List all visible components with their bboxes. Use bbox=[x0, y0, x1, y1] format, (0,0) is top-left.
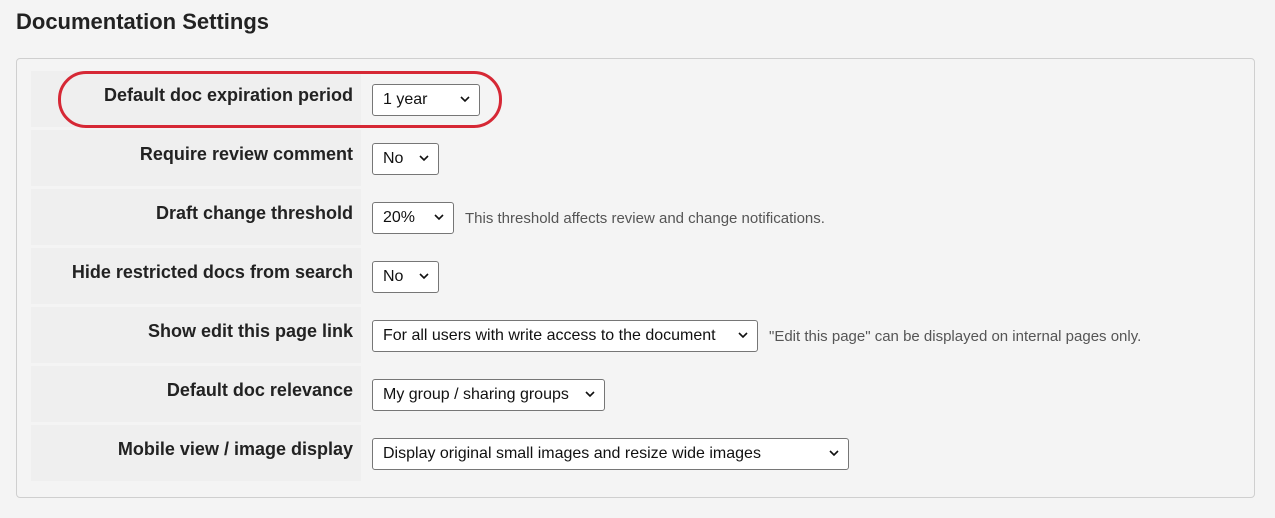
select-value: Display original small images and resize… bbox=[383, 445, 761, 462]
setting-label: Default doc expiration period bbox=[31, 71, 361, 127]
setting-row-draft-threshold: Draft change threshold 20% This threshol… bbox=[31, 189, 1231, 245]
select-value: For all users with write access to the d… bbox=[383, 327, 716, 344]
setting-row-doc-expiration: Default doc expiration period 1 year bbox=[31, 71, 1231, 127]
setting-control: Display original small images and resize… bbox=[372, 438, 849, 470]
select-value: 1 year bbox=[383, 91, 428, 108]
page-title: Documentation Settings bbox=[16, 9, 270, 34]
setting-control: 1 year bbox=[372, 84, 480, 116]
setting-row-doc-relevance: Default doc relevance My group / sharing… bbox=[31, 366, 1231, 422]
setting-label: Show edit this page link bbox=[31, 307, 361, 363]
review-comment-select[interactable]: No bbox=[372, 143, 439, 175]
doc-relevance-select[interactable]: My group / sharing groups bbox=[372, 379, 605, 411]
select-value: No bbox=[383, 268, 404, 285]
chevron-down-icon bbox=[738, 330, 748, 340]
setting-label: Mobile view / image display bbox=[31, 425, 361, 481]
select-value: My group / sharing groups bbox=[383, 386, 569, 403]
draft-threshold-select[interactable]: 20% bbox=[372, 202, 454, 234]
chevron-down-icon bbox=[434, 212, 444, 222]
doc-expiration-select[interactable]: 1 year bbox=[372, 84, 480, 116]
setting-row-edit-link: Show edit this page link For all users w… bbox=[31, 307, 1231, 363]
setting-row-review-comment: Require review comment No bbox=[31, 130, 1231, 186]
setting-control: No bbox=[372, 261, 439, 293]
setting-control: 20% This threshold affects review and ch… bbox=[372, 202, 825, 234]
settings-panel: Default doc expiration period 1 year Req… bbox=[16, 58, 1255, 498]
setting-control: My group / sharing groups bbox=[372, 379, 605, 411]
setting-note: "Edit this page" can be displayed on int… bbox=[769, 327, 1142, 345]
chevron-down-icon bbox=[585, 389, 595, 399]
edit-link-select[interactable]: For all users with write access to the d… bbox=[372, 320, 758, 352]
setting-label: Hide restricted docs from search bbox=[31, 248, 361, 304]
setting-label: Default doc relevance bbox=[31, 366, 361, 422]
mobile-view-select[interactable]: Display original small images and resize… bbox=[372, 438, 849, 470]
setting-note: This threshold affects review and change… bbox=[465, 209, 825, 227]
hide-restricted-select[interactable]: No bbox=[372, 261, 439, 293]
chevron-down-icon bbox=[419, 153, 429, 163]
setting-control: For all users with write access to the d… bbox=[372, 320, 1141, 352]
setting-label: Require review comment bbox=[31, 130, 361, 186]
select-value: No bbox=[383, 150, 404, 167]
chevron-down-icon bbox=[419, 271, 429, 281]
select-value: 20% bbox=[383, 209, 416, 226]
setting-label: Draft change threshold bbox=[31, 189, 361, 245]
chevron-down-icon bbox=[460, 94, 470, 104]
setting-control: No bbox=[372, 143, 439, 175]
setting-row-mobile-view: Mobile view / image display Display orig… bbox=[31, 425, 1231, 481]
chevron-down-icon bbox=[829, 448, 839, 458]
setting-row-hide-restricted: Hide restricted docs from search No bbox=[31, 248, 1231, 304]
